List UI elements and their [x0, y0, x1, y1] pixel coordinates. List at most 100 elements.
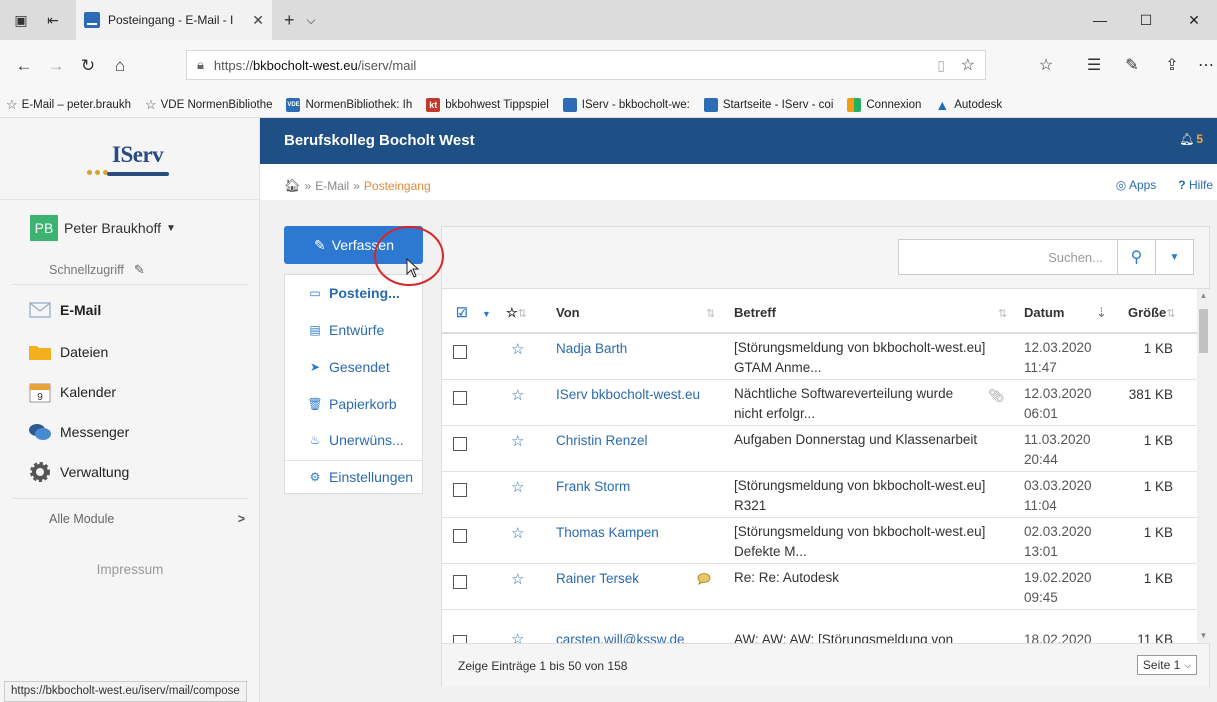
- help-link[interactable]: ? Hilfe: [1178, 178, 1213, 192]
- favorite-item[interactable]: ☆ VDE NormenBibliothe: [145, 97, 273, 113]
- folder-trash[interactable]: 🗑︎ Papierkorb: [307, 396, 396, 412]
- row-subject[interactable]: [Störungsmeldung von bkbocholt-west.eu] …: [734, 476, 998, 516]
- scroll-down-icon[interactable]: ▼: [1197, 629, 1210, 643]
- folder-drafts[interactable]: ▤ Entwürfe: [307, 322, 384, 338]
- row-from[interactable]: Frank Storm: [556, 479, 630, 494]
- sort-icon[interactable]: ⇅: [998, 305, 1007, 320]
- row-from[interactable]: IServ bkbocholt-west.eu: [556, 387, 700, 402]
- sidebar-item-admin[interactable]: Verwaltung: [26, 460, 129, 484]
- url-field[interactable]: 🔒︎ https://bkbocholt-west.eu/iserv/mail …: [186, 50, 986, 80]
- row-checkbox[interactable]: [453, 529, 467, 543]
- column-from[interactable]: Von: [556, 305, 580, 320]
- user-menu[interactable]: PB Peter Braukhoff ▼: [30, 215, 176, 241]
- star-icon[interactable]: ☆: [511, 340, 524, 358]
- home-icon[interactable]: ⌂: [104, 56, 136, 76]
- row-from[interactable]: Nadja Barth: [556, 341, 627, 356]
- tab-aside-icon[interactable]: ⇤: [42, 9, 64, 31]
- share-icon[interactable]: ⇪: [1156, 50, 1188, 80]
- search-options-caret-icon[interactable]: ▼: [1156, 239, 1194, 275]
- sort-icon[interactable]: ⇅: [706, 305, 715, 320]
- row-subject[interactable]: Aufgaben Donnerstag und Klassenarbeit: [734, 430, 998, 450]
- page-select[interactable]: Seite 1 ⌵: [1137, 655, 1197, 675]
- tab-actions-icon[interactable]: ▣: [10, 9, 32, 31]
- row-subject[interactable]: [Störungsmeldung von bkbocholt-west.eu] …: [734, 522, 998, 562]
- scroll-up-icon[interactable]: ▲: [1197, 289, 1210, 303]
- row-checkbox[interactable]: [453, 483, 467, 497]
- row-checkbox[interactable]: [453, 635, 467, 643]
- pencil-icon[interactable]: ✎: [134, 262, 145, 278]
- flag-column-header[interactable]: ☆⇅: [506, 305, 527, 321]
- refresh-icon[interactable]: ↻: [72, 56, 104, 76]
- search-icon[interactable]: ⚲: [1118, 239, 1156, 275]
- row-from[interactable]: Thomas Kampen: [556, 525, 659, 540]
- window-maximize-button[interactable]: ☐: [1123, 0, 1169, 40]
- table-row[interactable]: ☆ Thomas Kampen [Störungsmeldung von bkb…: [442, 518, 1197, 564]
- star-icon[interactable]: ☆: [511, 630, 524, 643]
- breadcrumb-inbox[interactable]: Posteingang: [364, 179, 431, 193]
- sidebar-item-files[interactable]: Dateien: [26, 340, 108, 364]
- search-input[interactable]: Suchen...: [898, 239, 1118, 275]
- sidebar-item-messenger[interactable]: Messenger: [26, 420, 129, 444]
- row-from[interactable]: carsten.will@kssw.de: [556, 632, 685, 643]
- select-dropdown-caret-icon[interactable]: ▼: [482, 309, 491, 319]
- favorite-item[interactable]: ▲ Autodesk: [935, 97, 1002, 113]
- row-from[interactable]: Christin Renzel: [556, 433, 648, 448]
- row-subject[interactable]: AW: AW: AW: [Störungsmeldung von: [734, 630, 998, 643]
- impressum-link[interactable]: Impressum: [0, 562, 260, 577]
- all-modules-link[interactable]: Alle Module >: [49, 512, 245, 526]
- favorite-item[interactable]: ☆ E-Mail – peter.braukh: [6, 97, 131, 113]
- table-row[interactable]: ☆ Rainer Tersek Re: Re: Autodesk 19.02.2…: [442, 564, 1197, 610]
- notifications[interactable]: 🔔︎ 5: [1179, 132, 1203, 146]
- column-date[interactable]: Datum: [1024, 305, 1064, 320]
- folder-sent[interactable]: ➤ Gesendet: [307, 359, 390, 375]
- favorite-star-icon[interactable]: ☆: [961, 55, 975, 75]
- table-row[interactable]: ☆ carsten.will@kssw.de AW: AW: AW: [Stör…: [442, 610, 1197, 643]
- sidebar-item-email[interactable]: E-Mail: [26, 298, 101, 322]
- forward-arrow-icon[interactable]: →: [40, 56, 72, 76]
- column-subject[interactable]: Betreff: [734, 305, 776, 320]
- column-size[interactable]: Größe⇅: [1128, 305, 1176, 320]
- reading-view-icon[interactable]: ▯: [937, 57, 945, 74]
- row-from[interactable]: Rainer Tersek: [556, 571, 639, 586]
- logo-area[interactable]: IServ: [0, 118, 259, 200]
- sort-desc-icon[interactable]: ⇣: [1096, 305, 1107, 321]
- star-icon[interactable]: ☆: [511, 386, 524, 404]
- favorite-item[interactable]: VDE NormenBibliothek: Ih: [286, 97, 412, 112]
- favorite-item[interactable]: Startseite - IServ - coi: [703, 97, 833, 112]
- list-scrollbar[interactable]: ▲ ▼: [1197, 289, 1210, 643]
- browser-tab-active[interactable]: Posteingang - E-Mail - I ✕: [76, 0, 272, 40]
- favorite-item[interactable]: IServ - bkbocholt-we:: [562, 97, 690, 112]
- settings-link[interactable]: ⚙ Einstellungen: [307, 469, 413, 485]
- table-row[interactable]: ☆ Christin Renzel Aufgaben Donnerstag un…: [442, 426, 1197, 472]
- row-subject[interactable]: Re: Re: Autodesk: [734, 568, 998, 588]
- window-minimize-button[interactable]: —: [1077, 0, 1123, 40]
- apps-link[interactable]: ◎ Apps: [1116, 178, 1157, 192]
- scroll-thumb[interactable]: [1199, 309, 1208, 353]
- star-icon[interactable]: ☆: [511, 524, 524, 542]
- back-arrow-icon[interactable]: ←: [8, 56, 40, 76]
- favorite-item[interactable]: Connexion: [847, 97, 921, 112]
- star-icon[interactable]: ☆: [511, 478, 524, 496]
- breadcrumb-email[interactable]: E-Mail: [315, 179, 349, 193]
- notes-pen-icon[interactable]: ✎: [1116, 50, 1148, 80]
- star-icon[interactable]: ☆: [511, 432, 524, 450]
- row-subject[interactable]: Nächtliche Softwareverteilung wurde nich…: [734, 384, 974, 424]
- table-row[interactable]: ☆ IServ bkbocholt-west.eu Nächtliche Sof…: [442, 380, 1197, 426]
- star-icon[interactable]: ☆: [511, 570, 524, 588]
- table-row[interactable]: ☆ Frank Storm [Störungsmeldung von bkboc…: [442, 472, 1197, 518]
- select-all-checkbox-icon[interactable]: ☑: [456, 305, 468, 321]
- tab-list-chevron-icon[interactable]: ⌵: [307, 13, 316, 28]
- row-subject[interactable]: [Störungsmeldung von bkbocholt-west.eu] …: [734, 338, 998, 378]
- home-icon[interactable]: 🏠︎: [284, 178, 301, 194]
- row-checkbox[interactable]: [453, 437, 467, 451]
- hub-icon[interactable]: ☰: [1078, 50, 1110, 80]
- row-checkbox[interactable]: [453, 391, 467, 405]
- favorites-list-icon[interactable]: ☆: [1030, 50, 1062, 80]
- row-checkbox[interactable]: [453, 575, 467, 589]
- window-close-button[interactable]: ✕: [1171, 0, 1217, 40]
- row-checkbox[interactable]: [453, 345, 467, 359]
- folder-inbox[interactable]: ▭ Posteing...: [307, 285, 399, 301]
- folder-spam[interactable]: ♨ Unerwüns...: [307, 432, 404, 448]
- new-tab-button[interactable]: +: [284, 10, 295, 31]
- table-row[interactable]: ☆ Nadja Barth [Störungsmeldung von bkboc…: [442, 334, 1197, 380]
